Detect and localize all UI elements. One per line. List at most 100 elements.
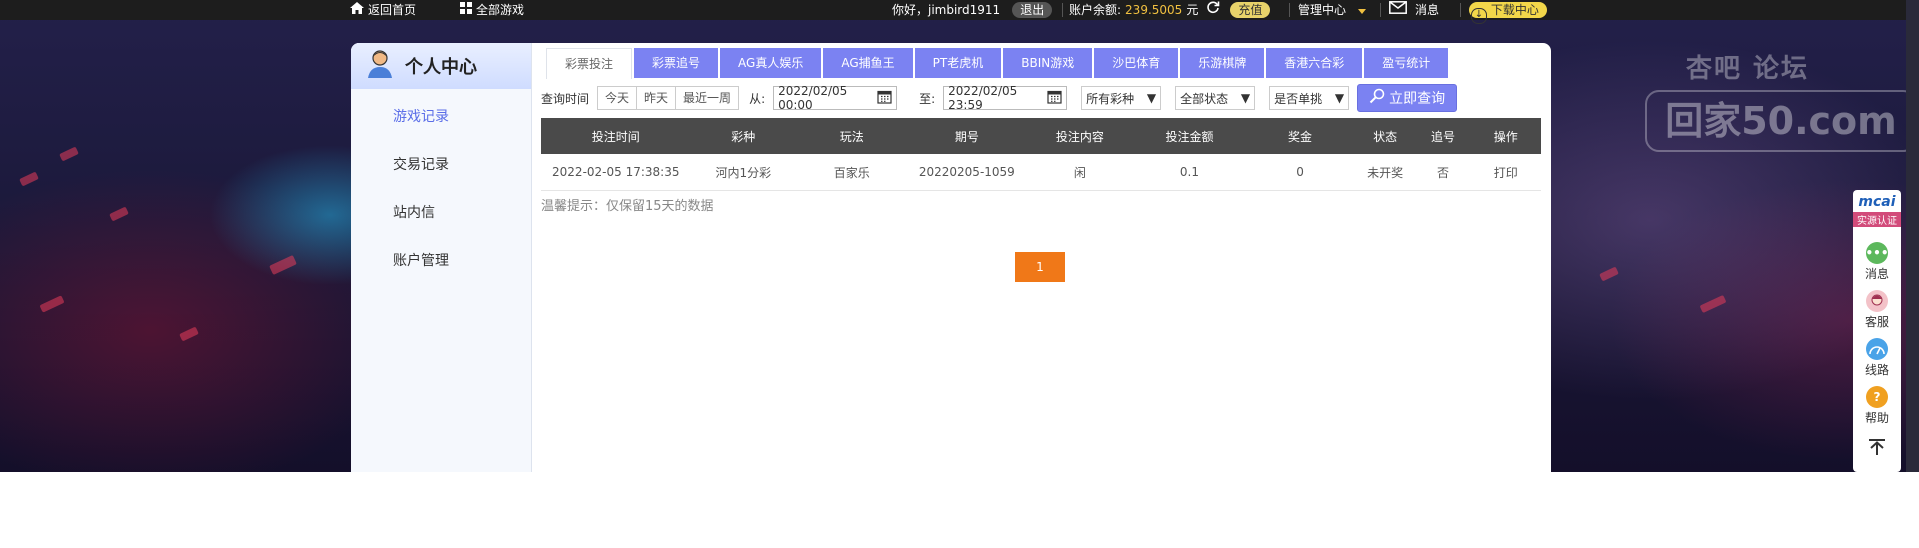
query-time-label: 查询时间: [541, 91, 590, 106]
divider: [1062, 3, 1063, 17]
search-icon: [1369, 88, 1385, 108]
chase-cell: 否: [1415, 154, 1471, 191]
user-avatar-icon: [367, 49, 393, 83]
float-help-button[interactable]: ? 帮助: [1853, 386, 1901, 426]
all-games-label: 全部游戏: [476, 3, 525, 17]
table-header-row: 投注时间 彩种 玩法 期号 投注内容 投注金额 奖金 状态 追号 操作: [541, 118, 1541, 154]
divider: [1289, 3, 1290, 17]
to-date-input[interactable]: 2022/02/05 23:59: [943, 84, 1068, 112]
speedometer-icon: [1866, 338, 1888, 360]
greeting: 你好，jimbird1911: [892, 3, 1001, 17]
float-messages-button[interactable]: ••• 消息: [1853, 242, 1901, 282]
column-header: 操作: [1470, 118, 1541, 154]
query-button-label: 立即查询: [1389, 91, 1446, 107]
decor-shard: [269, 254, 297, 276]
range-yesterday-button[interactable]: 昨天: [637, 87, 677, 109]
grid-icon: [460, 0, 472, 20]
print-link[interactable]: 打印: [1470, 154, 1541, 191]
bet-amount-cell: 0.1: [1133, 154, 1246, 191]
tab-hk-mark-six[interactable]: 香港六合彩: [1266, 48, 1363, 78]
tab-ag-fishing[interactable]: AG捕鱼王: [823, 48, 913, 78]
calendar-icon[interactable]: [877, 89, 892, 107]
download-icon: ↓: [1471, 8, 1487, 24]
watermark-logo: 回家50.com: [1645, 90, 1917, 152]
sidebar-title: 个人中心: [405, 57, 477, 78]
issue-number-cell: 20220205-1059: [907, 154, 1027, 191]
watermark-text: 杏吧 论坛: [1686, 54, 1810, 84]
to-label: 至:: [919, 91, 936, 106]
currency-label: 元: [1186, 3, 1199, 17]
sidebar-item-transaction-records[interactable]: 交易记录: [393, 154, 449, 174]
top-bar: 返回首页 全部游戏 你好，jimbird1911 退出 账户余额: 239.50…: [0, 0, 1919, 24]
from-label: 从:: [749, 91, 766, 106]
refresh-icon[interactable]: [1206, 0, 1220, 20]
column-header: 投注时间: [541, 118, 691, 154]
tab-lottery-chase[interactable]: 彩票追号: [634, 48, 719, 78]
column-header: 投注内容: [1026, 118, 1134, 154]
status-select[interactable]: 全部状态 ▼: [1175, 86, 1256, 110]
column-header: 奖金: [1245, 118, 1355, 154]
sidebar-item-account-management[interactable]: 账户管理: [393, 250, 449, 270]
tab-saba-sports[interactable]: 沙巴体育: [1094, 48, 1179, 78]
lottery-type-value: 所有彩种: [1086, 91, 1135, 106]
sidebar: 个人中心 游戏记录 交易记录 站内信 账户管理: [351, 43, 532, 472]
admin-center-menu[interactable]: 管理中心: [1298, 0, 1367, 20]
verified-badge: 实源认证: [1853, 212, 1901, 227]
balance-value: 239.5005: [1125, 3, 1183, 17]
messages-link[interactable]: 消息: [1389, 0, 1439, 20]
single-bet-value: 是否单挑: [1274, 91, 1323, 106]
decor-shard: [19, 171, 39, 187]
prize-cell: 0: [1245, 154, 1355, 191]
retention-tip: 温馨提示：仅保留15天的数据: [541, 199, 714, 214]
brand-logo[interactable]: mcai 实源认证: [1853, 194, 1901, 227]
select-caret-icon: ▼: [1240, 91, 1251, 105]
bet-time-cell: 2022-02-05 17:38:35: [541, 154, 691, 191]
column-header: 玩法: [796, 118, 908, 154]
decor-shard: [1599, 266, 1619, 282]
play-type-cell: 百家乐: [796, 154, 908, 191]
float-support-label: 客服: [1864, 315, 1889, 329]
logout-button[interactable]: 退出: [1012, 2, 1053, 18]
quick-range-group: 今天 昨天 最近一周: [597, 86, 740, 110]
sidebar-item-inbox[interactable]: 站内信: [393, 202, 435, 222]
range-today-button[interactable]: 今天: [598, 87, 638, 109]
decor-shard: [39, 295, 65, 313]
range-last-week-button[interactable]: 最近一周: [676, 87, 738, 109]
select-caret-icon: ▼: [1146, 91, 1157, 105]
page-scrollbar[interactable]: [1906, 0, 1919, 472]
single-bet-select[interactable]: 是否单挑 ▼: [1269, 86, 1350, 110]
back-to-top-button[interactable]: [1853, 438, 1901, 459]
tab-lottery-bets[interactable]: 彩票投注: [546, 48, 633, 79]
column-header: 状态: [1354, 118, 1416, 154]
recharge-button[interactable]: 充值: [1230, 2, 1271, 18]
sidebar-item-game-records[interactable]: 游戏记录: [393, 106, 449, 126]
lottery-type-cell: 河内1分彩: [690, 154, 797, 191]
status-cell: 未开奖: [1354, 154, 1416, 191]
query-button[interactable]: 立即查询: [1357, 84, 1458, 112]
tab-ag-live[interactable]: AG真人娱乐: [720, 48, 822, 78]
tab-leyou-chess[interactable]: 乐游棋牌: [1180, 48, 1265, 78]
float-messages-label: 消息: [1864, 267, 1889, 281]
column-header: 彩种: [690, 118, 797, 154]
page-button-current[interactable]: 1: [1015, 252, 1065, 282]
help-icon: ?: [1866, 386, 1888, 408]
float-support-button[interactable]: 客服: [1853, 290, 1901, 330]
to-date-value: 2022/02/05 23:59: [948, 84, 1018, 112]
select-caret-icon: ▼: [1334, 91, 1345, 105]
tab-pt-slots[interactable]: PT老虎机: [914, 48, 1002, 78]
divider: [1460, 3, 1461, 17]
lottery-type-select[interactable]: 所有彩种 ▼: [1081, 86, 1162, 110]
calendar-icon[interactable]: [1047, 89, 1062, 107]
filter-bar: 查询时间 今天 昨天 最近一周 从: 2022/02/05 00:00 至: 2…: [541, 84, 1458, 112]
all-games-link[interactable]: 全部游戏: [460, 0, 524, 20]
float-routes-button[interactable]: 线路: [1853, 338, 1901, 378]
tab-profit-loss[interactable]: 盈亏统计: [1364, 48, 1449, 78]
from-date-input[interactable]: 2022/02/05 00:00: [773, 84, 898, 112]
sidebar-header: 个人中心: [351, 43, 531, 89]
download-center-label: 下载中心: [1490, 3, 1539, 17]
tab-bbin-games[interactable]: BBIN游戏: [1003, 48, 1093, 78]
home-label: 返回首页: [368, 3, 417, 17]
download-center-button[interactable]: ↓ 下载中心: [1469, 2, 1547, 24]
brand-logo-text: mcai: [1858, 194, 1896, 210]
home-link[interactable]: 返回首页: [350, 0, 416, 20]
